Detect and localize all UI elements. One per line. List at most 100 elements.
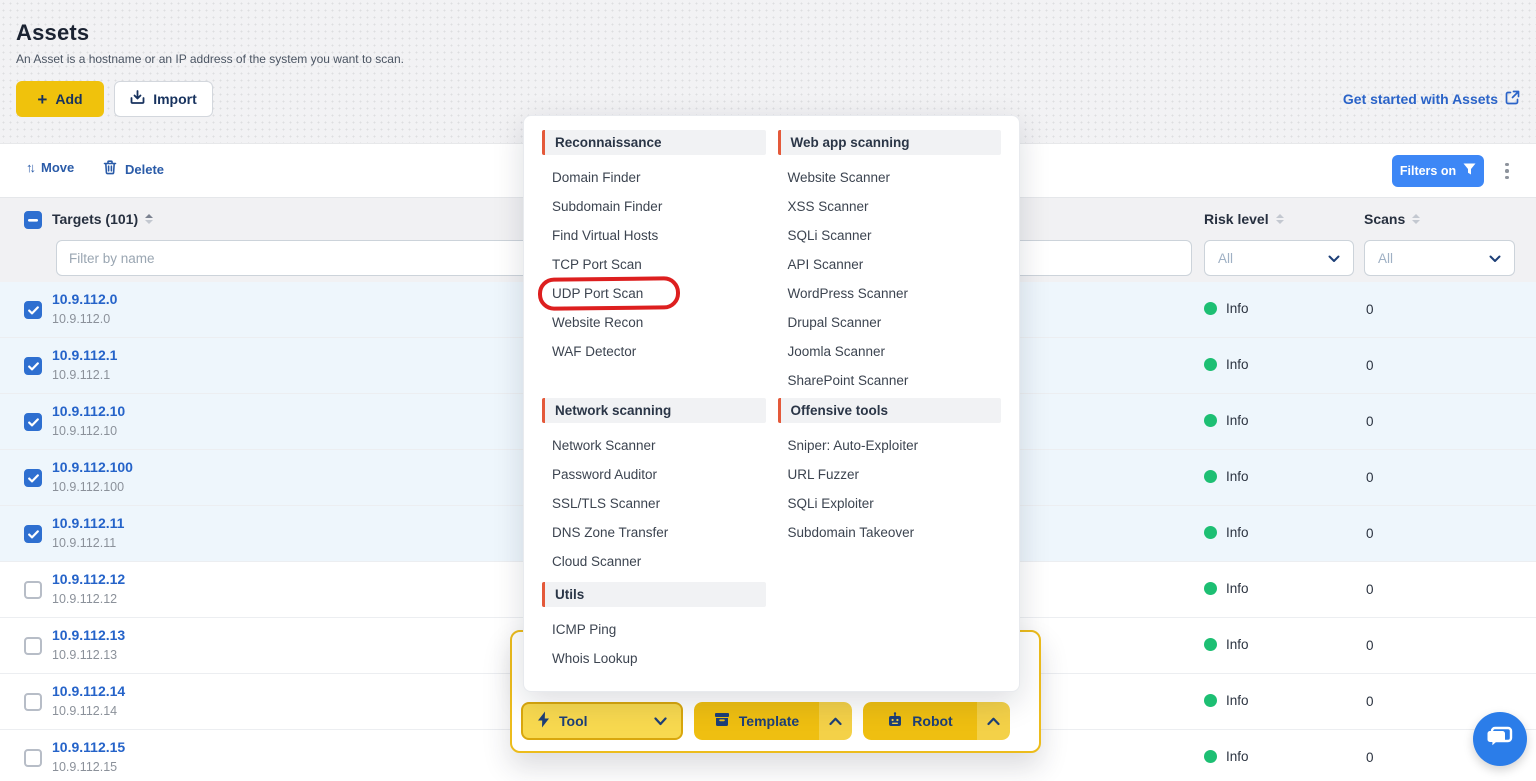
scans-filter-value: All [1378,251,1393,266]
menu-item[interactable]: Website Recon [542,308,766,337]
scans-filter-select[interactable]: All [1364,240,1515,276]
import-button[interactable]: Import [114,81,213,117]
target-subtitle: 10.9.112.10 [52,424,117,438]
risk-label: Info [1226,469,1249,484]
row-checkbox[interactable] [24,581,42,599]
target-subtitle: 10.9.112.13 [52,648,117,662]
target-subtitle: 10.9.112.1 [52,368,110,382]
external-link-icon [1505,90,1520,108]
risk-level-cell: Info [1204,525,1249,540]
sort-risk-icon[interactable] [1276,214,1284,225]
menu-item[interactable]: SQLi Exploiter [778,489,1002,518]
menu-item[interactable]: Website Scanner [778,163,1002,192]
target-name-link[interactable]: 10.9.112.100 [52,459,133,475]
tool-dropdown-button[interactable]: Tool [521,702,683,740]
chevron-up-icon[interactable] [819,702,852,740]
dropdown-column-left: Reconnaissance Domain Finder Subdomain F… [542,130,766,677]
chevron-up-icon[interactable] [977,702,1010,740]
menu-item[interactable]: Password Auditor [542,460,766,489]
menu-item[interactable]: SQLi Scanner [778,221,1002,250]
sort-scans-icon[interactable] [1412,214,1420,225]
target-subtitle: 10.9.112.15 [52,760,117,774]
target-name-link[interactable]: 10.9.112.12 [52,571,125,587]
target-name-link[interactable]: 10.9.112.10 [52,403,125,419]
menu-item[interactable]: Cloud Scanner [542,547,766,576]
risk-info-dot-icon [1204,582,1217,595]
risk-info-dot-icon [1204,358,1217,371]
template-dropdown-button[interactable]: Template [694,702,852,740]
menu-item[interactable]: Domain Finder [542,163,766,192]
get-started-link[interactable]: Get started with Assets [1343,90,1520,108]
menu-item[interactable]: Whois Lookup [542,644,766,673]
menu-item[interactable]: ICMP Ping [542,615,766,644]
tool-button-label: Tool [559,713,588,729]
target-name-link[interactable]: 10.9.112.14 [52,683,125,699]
target-name-link[interactable]: 10.9.112.0 [52,291,117,307]
menu-item[interactable]: SharePoint Scanner [778,366,1002,395]
risk-info-dot-icon [1204,470,1217,483]
menu-item[interactable]: Find Virtual Hosts [542,221,766,250]
section-header-web-app-scanning: Web app scanning [778,130,1002,155]
scans-count: 0 [1366,414,1374,429]
import-button-label: Import [153,91,197,107]
scans-count: 0 [1366,526,1374,541]
risk-filter-select[interactable]: All [1204,240,1354,276]
risk-level-cell: Info [1204,637,1249,652]
row-checkbox[interactable] [24,525,42,543]
scans-count: 0 [1366,470,1374,485]
menu-item-udp-port-scan[interactable]: UDP Port Scan [542,279,766,308]
sort-targets-icon[interactable] [145,214,153,225]
menu-item[interactable]: Subdomain Takeover [778,518,1002,547]
risk-filter-value: All [1218,251,1233,266]
row-checkbox[interactable] [24,301,42,319]
target-subtitle: 10.9.112.0 [52,312,110,326]
risk-info-dot-icon [1204,638,1217,651]
row-checkbox[interactable] [24,357,42,375]
add-button-label: Add [55,91,82,107]
robot-dropdown-button[interactable]: Robot [863,702,1010,740]
risk-level-cell: Info [1204,749,1249,764]
menu-item[interactable]: WordPress Scanner [778,279,1002,308]
filters-on-button[interactable]: Filters on [1392,155,1484,187]
target-name-link[interactable]: 10.9.112.11 [52,515,124,531]
risk-label: Info [1226,413,1249,428]
select-all-checkbox[interactable] [24,211,42,229]
row-checkbox[interactable] [24,469,42,487]
page-title: Assets [16,20,1520,46]
row-checkbox[interactable] [24,749,42,767]
template-button-label: Template [739,713,799,729]
menu-item[interactable]: Drupal Scanner [778,308,1002,337]
target-name-link[interactable]: 10.9.112.13 [52,627,125,643]
menu-item[interactable]: Sniper: Auto-Exploiter [778,431,1002,460]
menu-item[interactable]: WAF Detector [542,337,766,366]
delete-button[interactable]: Delete [103,160,164,178]
menu-item[interactable]: DNS Zone Transfer [542,518,766,547]
menu-item[interactable]: URL Fuzzer [778,460,1002,489]
menu-item[interactable]: SSL/TLS Scanner [542,489,766,518]
risk-info-dot-icon [1204,414,1217,427]
menu-item[interactable]: XSS Scanner [778,192,1002,221]
page-subtitle: An Asset is a hostname or an IP address … [16,52,1520,66]
move-button[interactable]: ↑↓ Move [26,160,74,175]
tools-dropdown-menu: Reconnaissance Domain Finder Subdomain F… [523,115,1020,692]
menu-item[interactable]: Subdomain Finder [542,192,766,221]
row-checkbox[interactable] [24,693,42,711]
target-name-link[interactable]: 10.9.112.15 [52,739,125,755]
target-name-link[interactable]: 10.9.112.1 [52,347,117,363]
menu-item[interactable]: API Scanner [778,250,1002,279]
more-options-kebab-icon[interactable] [1500,157,1514,185]
plus-icon: + [37,91,47,108]
check-icon [28,306,39,315]
scans-count: 0 [1366,694,1374,709]
scans-count: 0 [1366,582,1374,597]
risk-info-dot-icon [1204,526,1217,539]
add-button[interactable]: + Add [16,81,104,117]
menu-item[interactable]: Network Scanner [542,431,766,460]
menu-item[interactable]: TCP Port Scan [542,250,766,279]
row-checkbox[interactable] [24,413,42,431]
chat-widget-button[interactable] [1473,712,1527,766]
dropdown-column-right: Web app scanning Website Scanner XSS Sca… [778,130,1002,677]
risk-label: Info [1226,749,1249,764]
menu-item[interactable]: Joomla Scanner [778,337,1002,366]
row-checkbox[interactable] [24,637,42,655]
